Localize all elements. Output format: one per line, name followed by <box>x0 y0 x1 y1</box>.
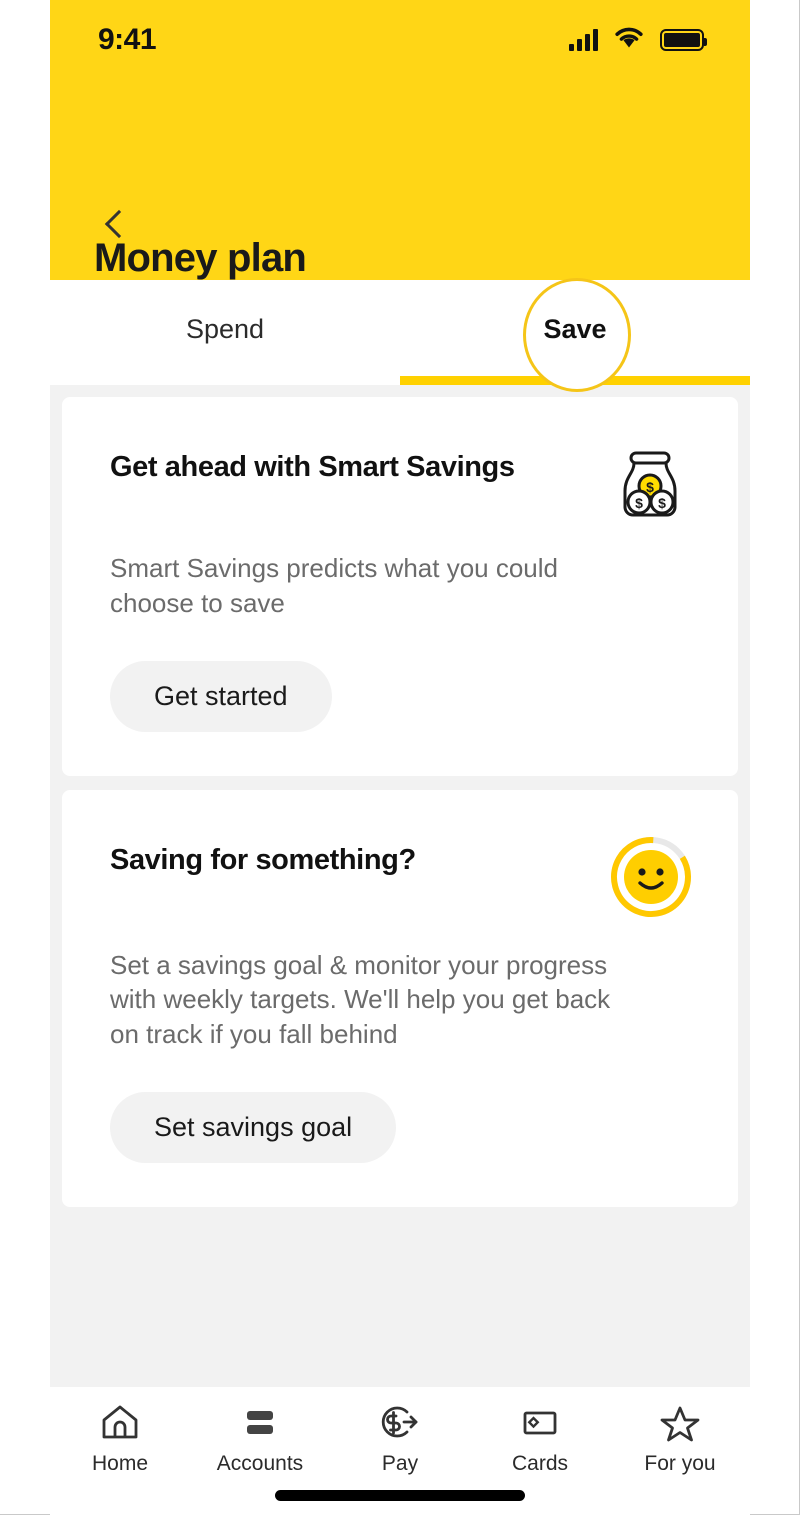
card-icon <box>519 1401 561 1443</box>
wifi-icon <box>614 26 644 54</box>
cellular-signal-icon <box>569 29 598 51</box>
card-description: Smart Savings predicts what you could ch… <box>110 553 558 618</box>
home-icon <box>99 1401 141 1443</box>
card-header: Get ahead with Smart Savings $ $ $ <box>110 445 690 525</box>
savings-jar-icon: $ $ $ <box>610 445 690 525</box>
card-header: Saving for something? <box>110 836 691 922</box>
svg-text:$: $ <box>635 495 643 511</box>
card-title: Get ahead with Smart Savings <box>110 451 515 483</box>
accounts-bars-icon <box>239 1401 281 1443</box>
get-started-button[interactable]: Get started <box>110 660 332 732</box>
status-bar-time: 9:41 <box>98 23 157 56</box>
app-header: Money plan <box>50 80 750 280</box>
status-bar-icons <box>569 26 707 54</box>
card-description: Set a savings goal & monitor your progre… <box>110 949 611 1050</box>
content-area: Get ahead with Smart Savings $ $ $ Smart… <box>50 385 750 1387</box>
star-icon <box>659 1401 701 1443</box>
nav-label: Accounts <box>216 1452 304 1475</box>
nav-label: For you <box>644 1452 716 1475</box>
nav-label: Home <box>91 1452 149 1475</box>
nav-label: Pay <box>381 1452 419 1475</box>
pay-dollar-arrow-icon <box>377 1401 423 1443</box>
screenshot-page: 9:41 Money plan Spend Save Get ahead wit… <box>0 0 800 1515</box>
status-bar: 9:41 <box>50 0 750 80</box>
card-title: Saving for something? <box>110 843 416 876</box>
card-savings-goal: Saving for something? Set a savings goal… <box>62 789 738 1208</box>
nav-item-cards[interactable]: Cards <box>470 1401 610 1476</box>
tab-save[interactable]: Save <box>400 280 750 385</box>
set-savings-goal-button[interactable]: Set savings goal <box>110 1092 397 1164</box>
tab-spend-label: Spend <box>185 314 265 344</box>
bottom-navigation: Home Accounts Pay Cards For you <box>50 1387 750 1515</box>
phone-viewport: 9:41 Money plan Spend Save Get ahead wit… <box>50 0 750 1515</box>
svg-text:$: $ <box>646 479 654 495</box>
nav-item-for-you[interactable]: For you <box>610 1401 750 1476</box>
active-tab-underline <box>400 376 750 385</box>
nav-item-pay[interactable]: Pay <box>330 1401 470 1476</box>
nav-item-accounts[interactable]: Accounts <box>190 1401 330 1476</box>
tab-spend[interactable]: Spend <box>50 280 400 385</box>
smiley-progress-icon <box>606 832 696 922</box>
nav-label: Cards <box>511 1452 569 1475</box>
svg-text:$: $ <box>658 495 666 511</box>
home-indicator <box>275 1490 525 1501</box>
tab-save-label: Save <box>543 314 607 344</box>
battery-full-icon <box>660 29 707 51</box>
tab-bar: Spend Save <box>50 278 750 392</box>
back-chevron-icon <box>104 209 134 239</box>
nav-item-home[interactable]: Home <box>50 1401 190 1476</box>
page-title: Money plan <box>94 236 307 280</box>
card-smart-savings: Get ahead with Smart Savings $ $ $ Smart… <box>62 397 738 776</box>
